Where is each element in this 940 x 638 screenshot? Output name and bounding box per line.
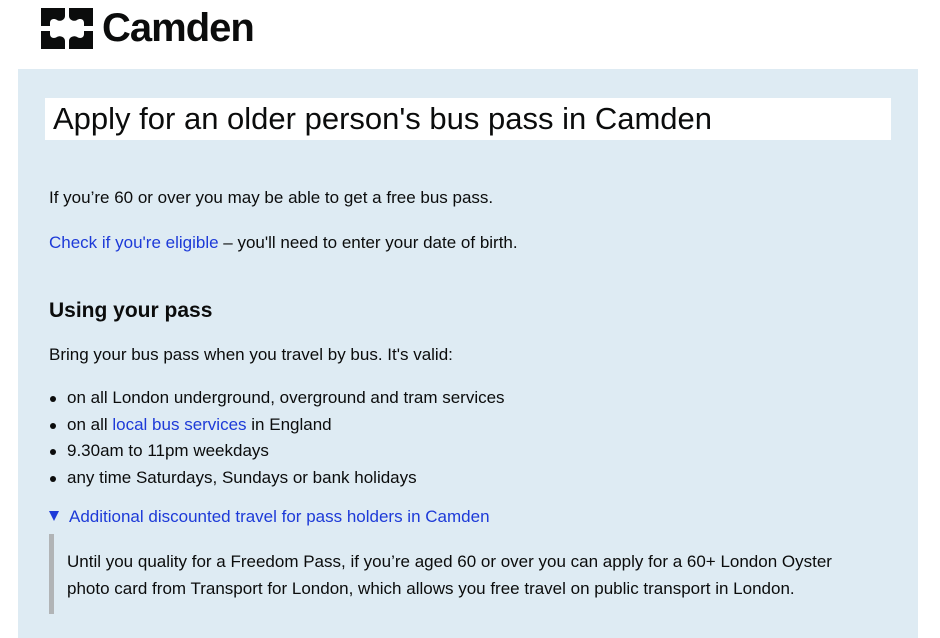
- list-item-text: 9.30am to 11pm weekdays: [67, 441, 269, 460]
- logo-text: Camden: [102, 6, 255, 50]
- list-item-prefix: on all: [67, 414, 113, 434]
- bullet-icon: [50, 396, 56, 402]
- page-title: Apply for an older person's bus pass in …: [53, 101, 713, 136]
- list-item: on all local bus services in England: [49, 414, 505, 441]
- details-toggle[interactable]: Additional discounted travel for pass ho…: [49, 506, 490, 528]
- list-item: on all London underground, overground an…: [49, 387, 505, 414]
- local-bus-services-link[interactable]: local bus services: [112, 415, 246, 434]
- validity-list: on all London underground, overground an…: [49, 387, 505, 493]
- main-panel: Apply for an older person's bus pass in …: [18, 69, 918, 638]
- intro-paragraph: If you’re 60 or over you may be able to …: [49, 188, 494, 207]
- section-intro: Bring your bus pass when you travel by b…: [49, 345, 453, 364]
- check-eligibility-link[interactable]: Check if you're eligible: [49, 233, 219, 252]
- list-item: any time Saturdays, Sundays or bank holi…: [49, 467, 505, 494]
- list-item-suffix: in England: [246, 414, 332, 434]
- details-body: Until you quality for a Freedom Pass, if…: [49, 534, 874, 614]
- camden-logo[interactable]: Camden: [38, 6, 255, 51]
- camden-emblem-icon: [38, 6, 96, 51]
- eligibility-paragraph: Check if you're eligible – you'll need t…: [49, 232, 518, 254]
- bullet-icon: [50, 422, 56, 429]
- bullet-icon: [50, 449, 56, 455]
- details-text-line-1: Until you quality for a Freedom Pass, if…: [67, 552, 832, 571]
- bullet-icon: [50, 475, 56, 482]
- details-summary-link[interactable]: Additional discounted travel for pass ho…: [69, 507, 490, 526]
- list-item-text: on all London underground, overground an…: [67, 388, 505, 407]
- details-text: Until you quality for a Freedom Pass, if…: [54, 534, 874, 602]
- page-title-box: Apply for an older person's bus pass in …: [45, 98, 891, 140]
- details-text-line-2: photo card from Transport for London, wh…: [67, 579, 795, 598]
- site-header: Camden: [0, 0, 940, 69]
- list-item: 9.30am to 11pm weekdays: [49, 440, 505, 467]
- triangle-down-icon: [49, 511, 59, 521]
- list-item-text: any time Saturdays, Sundays or bank holi…: [67, 467, 417, 487]
- section-heading: Using your pass: [49, 299, 213, 322]
- eligibility-rest-text: – you'll need to enter your date of birt…: [218, 233, 518, 252]
